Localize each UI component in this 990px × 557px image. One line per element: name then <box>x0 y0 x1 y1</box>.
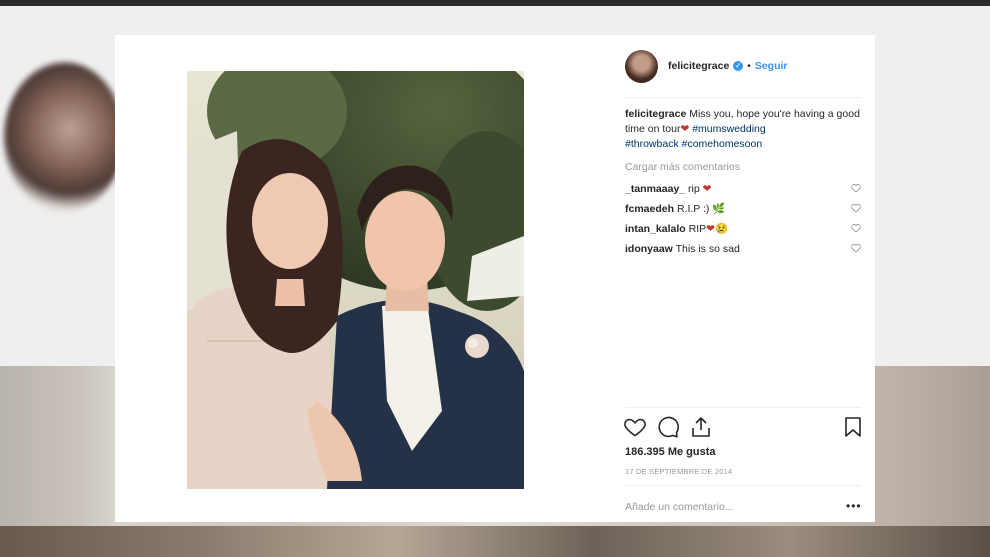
avatar[interactable] <box>625 49 658 83</box>
post-header: felicitegrace ✓ • Seguir <box>625 48 788 84</box>
comment-username[interactable]: idonyaaw <box>625 243 673 255</box>
comment-item: idonyaaw This is so sad <box>625 242 861 262</box>
more-options-icon[interactable]: ••• <box>846 500 862 512</box>
verified-badge-icon: ✓ <box>733 61 744 71</box>
load-more-comments-link[interactable]: Cargar más comentarios <box>625 161 740 173</box>
comment-icon[interactable] <box>656 415 680 439</box>
comment-text: RIP <box>688 223 707 235</box>
comment-emoji: ❤😢 <box>706 223 729 235</box>
post-date: 17 DE SEPTIEMBRE DE 2014 <box>625 467 733 476</box>
comment-text: This is so sad <box>675 243 740 255</box>
comment-item: intan_kalalo RIP❤😢 <box>625 222 861 242</box>
add-comment-input[interactable] <box>625 498 861 516</box>
comment-emoji: 🌿 <box>712 203 726 215</box>
follow-button[interactable]: Seguir <box>755 60 788 72</box>
comment-text: rip <box>688 183 700 195</box>
caption-heart-emoji: ❤ <box>680 123 690 135</box>
post-caption: felicitegrace Miss you, hope you're havi… <box>625 107 861 152</box>
separator-dot: • <box>747 60 751 72</box>
bookmark-icon[interactable] <box>841 415 865 439</box>
background-blurred-avatar <box>4 62 124 212</box>
comment-emoji: ❤ <box>702 183 712 195</box>
share-icon[interactable] <box>689 415 713 439</box>
username[interactable]: felicitegrace <box>668 60 729 72</box>
comment-username[interactable]: fcmaedeh <box>625 203 674 215</box>
comment-heart-icon[interactable] <box>851 243 861 253</box>
heart-icon[interactable] <box>623 415 647 439</box>
photo-illustration <box>187 71 524 489</box>
hashtag-mumswedding[interactable]: #mumswedding <box>692 123 766 135</box>
comment-list: _tanmaaay_ rip ❤ fcmaedeh R.I.P :) 🌿 int… <box>625 182 861 262</box>
comment-username[interactable]: _tanmaaay_ <box>625 183 685 195</box>
comment-input-divider <box>625 485 861 486</box>
actions-divider <box>625 407 861 408</box>
comment-username[interactable]: intan_kalalo <box>625 223 686 235</box>
instagram-post-card: felicitegrace ✓ • Seguir felicitegrace M… <box>115 35 875 522</box>
comment-text: R.I.P :) <box>676 203 710 215</box>
comment-heart-icon[interactable] <box>851 223 861 233</box>
hashtag-throwback[interactable]: #throwback <box>625 138 679 150</box>
post-photo[interactable] <box>187 71 524 489</box>
comment-item: fcmaedeh R.I.P :) 🌿 <box>625 202 861 222</box>
comment-heart-icon[interactable] <box>851 183 861 193</box>
comment-heart-icon[interactable] <box>851 203 861 213</box>
background-blurred-bottom <box>0 526 990 557</box>
likes-count[interactable]: 186.395 Me gusta <box>625 446 716 458</box>
header-divider <box>625 97 861 98</box>
comment-item: _tanmaaay_ rip ❤ <box>625 182 861 202</box>
post-actions <box>623 415 863 441</box>
caption-username[interactable]: felicitegrace <box>625 108 686 120</box>
hashtag-comehomesoon[interactable]: #comehomesoon <box>682 138 763 150</box>
